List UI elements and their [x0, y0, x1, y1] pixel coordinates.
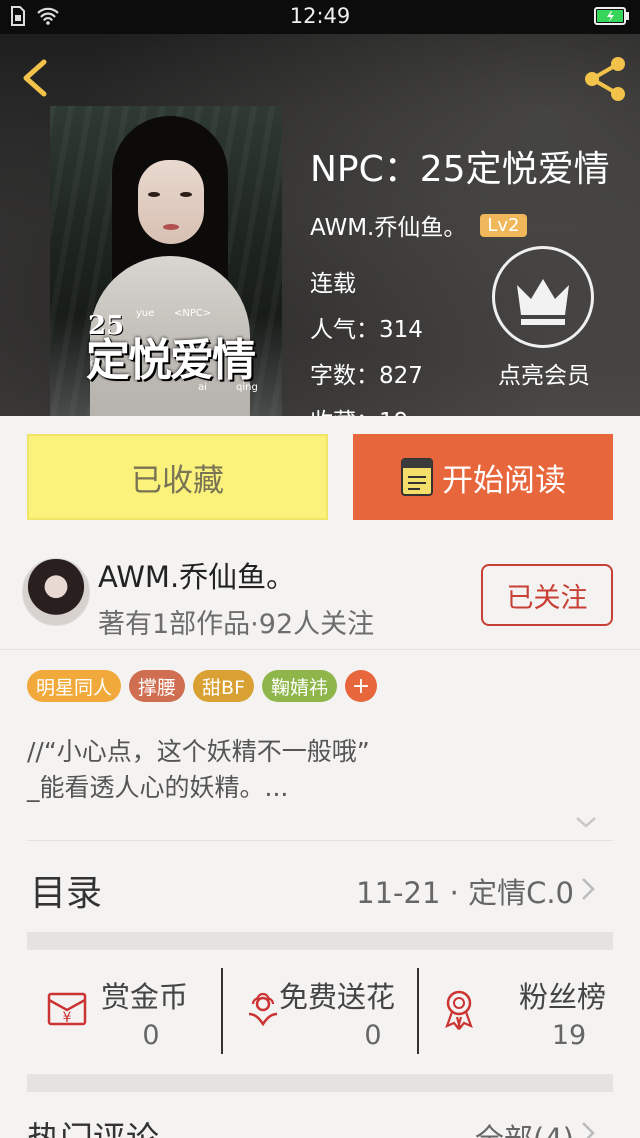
crown-icon: [517, 279, 569, 325]
chevron-right-icon: [582, 878, 595, 900]
table-of-contents-row[interactable]: 目录 11-21 · 定情C.0: [0, 842, 640, 932]
tag-item[interactable]: 明星同人: [27, 670, 122, 702]
chevron-down-icon: [576, 817, 596, 828]
reward-label: 粉丝榜: [519, 980, 607, 1014]
cover-figure-face: [138, 160, 204, 244]
vip-label[interactable]: 点亮会员: [488, 356, 600, 390]
tag-item[interactable]: 撑腰: [129, 670, 186, 702]
tag-item[interactable]: 鞠婧祎: [262, 670, 338, 702]
tag-item[interactable]: 甜BF: [193, 670, 254, 702]
reward-value: 0: [364, 1020, 382, 1051]
reward-value: 0: [142, 1020, 160, 1051]
collected-button[interactable]: 已收藏: [27, 434, 328, 520]
chevron-right-icon: [582, 1122, 595, 1138]
vip-button[interactable]: [492, 246, 594, 348]
follow-button[interactable]: 已关注: [481, 564, 613, 626]
cover-figure-eye: [180, 192, 192, 197]
cover-pinyin: qing: [236, 382, 258, 393]
author-stats: 著有1部作品·92人关注: [98, 609, 375, 640]
fan-ranking-button[interactable]: 粉丝榜 19: [419, 950, 614, 1072]
author-name[interactable]: AWM.乔仙鱼。: [98, 554, 295, 596]
comments-title: 热门评论: [27, 1112, 159, 1138]
book-cover[interactable]: 25 yue <NPC> ding 定悦爱情 ai qing: [50, 106, 282, 416]
author-avatar[interactable]: [22, 558, 90, 626]
cover-npc-tag: <NPC>: [174, 308, 212, 319]
back-button[interactable]: [14, 56, 58, 100]
book-author[interactable]: AWM.乔仙鱼。: [310, 208, 466, 242]
reward-label: 赏金币: [101, 980, 189, 1014]
start-reading-label: 开始阅读: [442, 462, 566, 499]
svg-text:¥: ¥: [63, 1010, 72, 1026]
book-description: //“小心点，这个妖精不一般哦” _能看透人心的妖精。...: [27, 737, 370, 802]
add-tag-button[interactable]: +: [345, 670, 378, 702]
book-author-line: AWM.乔仙鱼。 Lv2: [310, 208, 527, 242]
book-header: 25 yue <NPC> ding 定悦爱情 ai qing NPC：25定悦爱…: [0, 34, 640, 416]
share-button[interactable]: [580, 54, 630, 104]
reward-label: 免费送花: [279, 980, 396, 1014]
reward-value: 19: [551, 1020, 587, 1051]
section-divider: [27, 932, 613, 950]
free-flower-button[interactable]: 免费送花 0: [223, 950, 418, 1072]
toc-latest-chapter: 11-21 · 定情C.0: [356, 876, 574, 910]
toc-title: 目录: [30, 873, 103, 914]
level-badge: Lv2: [480, 213, 527, 237]
share-icon: [585, 57, 625, 101]
author-card: AWM.乔仙鱼。 著有1部作品·92人关注 已关注: [0, 538, 640, 650]
action-bar: 已收藏 开始阅读: [0, 416, 640, 538]
book-title: NPC：25定悦爱情: [310, 149, 610, 190]
divider: [27, 840, 613, 841]
battery-icon: [594, 7, 630, 29]
cover-figure-lip: [163, 224, 179, 230]
cover-pinyin: yue: [136, 308, 155, 319]
book-popularity: 人气：314: [310, 317, 423, 343]
tag-list: 明星同人 撑腰 甜BF 鞠婧祎 +: [27, 670, 378, 702]
reward-coins-button[interactable]: ¥ 赏金币 0: [27, 950, 222, 1072]
book-status: 连载: [310, 271, 356, 297]
all-comments-link[interactable]: 全部(4): [475, 1116, 574, 1138]
reward-section: ¥ 赏金币 0 免费送花 0 粉丝榜 19: [27, 950, 613, 1072]
book-collections: 收藏：19: [310, 402, 408, 416]
chevron-left-icon: [23, 59, 47, 97]
cover-pinyin: ai: [198, 382, 207, 393]
cover-title: 定悦爱情: [86, 335, 256, 386]
book-word-count: 字数：827: [310, 363, 423, 389]
medal-icon: [445, 990, 473, 1030]
expand-description-button[interactable]: [574, 812, 598, 832]
status-time: 12:49: [289, 4, 351, 28]
hot-comments-header[interactable]: 热门评论 全部(4): [0, 1090, 640, 1138]
cover-figure-eye: [148, 192, 160, 197]
status-bar: 12:49: [0, 0, 640, 34]
book-icon: [401, 458, 433, 496]
coin-envelope-icon: ¥: [47, 992, 87, 1026]
start-reading-button[interactable]: 开始阅读: [353, 434, 613, 520]
